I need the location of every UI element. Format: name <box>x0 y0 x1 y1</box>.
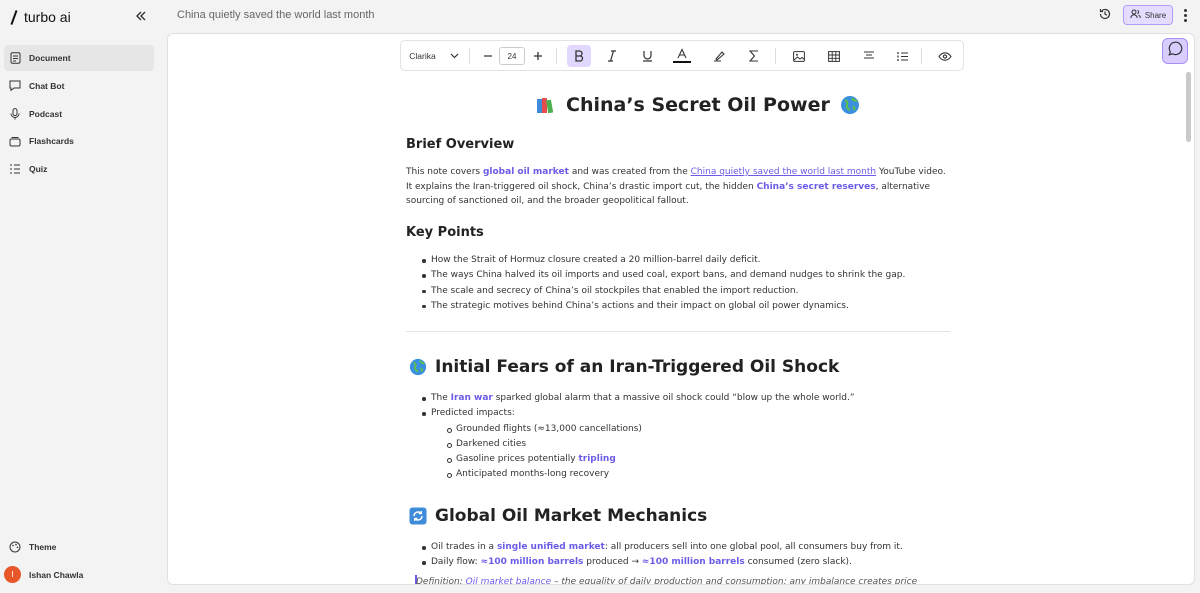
sidebar-bottom: Theme <box>4 534 154 562</box>
image-icon[interactable] <box>791 46 807 66</box>
list-item: Oil trades in a single unified market: a… <box>422 540 903 555</box>
section2-title: Global Oil Market Mechanics <box>435 506 708 526</box>
table-icon[interactable] <box>826 46 842 66</box>
globe-icon <box>409 358 427 376</box>
keyword: ≈100 million barrels <box>641 557 745 568</box>
formula-icon[interactable] <box>746 46 762 66</box>
chat-icon <box>9 80 21 92</box>
share-label: Share <box>1144 10 1167 20</box>
preview-eye-icon[interactable] <box>936 46 954 66</box>
sidebar-nav: Document Chat Bot Podcast Flashcards Qui… <box>4 45 154 184</box>
section1-title: Initial Fears of an Iran-Triggered Oil S… <box>435 357 840 377</box>
definition-callout: Definition: Oil market balance – the equ… <box>416 577 918 585</box>
overview-heading: Brief Overview <box>406 137 515 152</box>
source-video-link[interactable]: China quietly saved the world last month <box>691 167 876 177</box>
font-family-select[interactable]: Clarika <box>409 46 459 66</box>
font-size-input[interactable]: 24 <box>499 46 525 66</box>
theme-button[interactable]: Theme <box>4 534 154 560</box>
slash-icon <box>8 9 20 25</box>
more-options-icon[interactable] <box>1179 6 1191 24</box>
doc-heading: China’s Secret Oil Power <box>536 94 860 116</box>
sidebar-item-label: Flashcards <box>29 136 74 147</box>
keyword: Iran war <box>450 393 493 403</box>
list-item: The Iran war sparked global alarm that a… <box>422 391 855 406</box>
collapse-sidebar-icon[interactable] <box>133 9 149 25</box>
sidebar-item-quiz[interactable]: Quiz <box>4 156 154 182</box>
sidebar: turbo ai Document Chat Bot Podcast Flash… <box>0 0 162 593</box>
doc-title-text: China’s Secret Oil Power <box>566 94 830 116</box>
keypoints-heading: Key Points <box>406 225 484 240</box>
books-icon <box>536 96 556 114</box>
users-icon <box>1130 9 1141 21</box>
list-item: How the Strait of Hormuz closure created… <box>421 253 905 268</box>
highlighter-icon[interactable] <box>711 46 727 66</box>
list-item: Gasoline prices potentially tripling <box>431 452 855 467</box>
sidebar-item-label: Chat Bot <box>29 80 65 91</box>
keyword: single unified market <box>496 542 605 552</box>
keyword: global oil market <box>482 167 569 177</box>
chat-assistant-button[interactable] <box>1162 38 1188 64</box>
sidebar-item-podcast[interactable]: Podcast <box>4 101 154 127</box>
palette-icon <box>9 541 21 553</box>
document-icon <box>9 52 21 64</box>
bold-icon[interactable] <box>567 45 591 67</box>
sidebar-item-label: Quiz <box>29 164 48 175</box>
user-name: Ishan Chawla <box>29 569 84 580</box>
list-item: Grounded flights (≈13,000 cancellations) <box>431 422 855 437</box>
chevron-down-icon <box>450 53 459 59</box>
sidebar-item-flashcards[interactable]: Flashcards <box>4 128 154 154</box>
list-item: Anticipated months-long recovery <box>431 467 855 482</box>
section2-list: Oil trades in a single unified market: a… <box>422 540 903 571</box>
section1-list: The Iran war sparked global alarm that a… <box>422 391 855 483</box>
sidebar-item-document[interactable]: Document <box>4 45 154 71</box>
sidebar-item-label: Document <box>29 53 71 63</box>
share-button[interactable]: Share <box>1123 5 1173 25</box>
brand-name: turbo ai <box>24 9 71 25</box>
align-center-icon[interactable] <box>861 46 877 66</box>
italic-icon[interactable] <box>604 46 620 66</box>
keyword: China’s secret reserves <box>756 181 876 192</box>
definition-link[interactable]: Oil market balance <box>466 577 552 584</box>
document-panel: Clarika 24 China’s Secret Oil Power Brie… <box>167 33 1195 585</box>
sidebar-item-chat-bot[interactable]: Chat Bot <box>4 73 154 99</box>
list-icon <box>9 163 21 175</box>
list-item: Predicted impacts: <box>422 406 855 421</box>
sidebar-item-label: Podcast <box>29 108 63 119</box>
section2-heading: Global Oil Market Mechanics <box>409 506 707 526</box>
divider <box>406 331 950 332</box>
text-color-icon[interactable] <box>671 46 693 66</box>
cards-icon <box>9 135 21 147</box>
decrease-size-icon[interactable] <box>481 46 495 66</box>
section1-heading: Initial Fears of an Iran-Triggered Oil S… <box>409 357 839 377</box>
list-item: Darkened cities <box>431 437 855 452</box>
keypoints-list: How the Strait of Hormuz closure created… <box>421 253 905 314</box>
document-title[interactable]: China quietly saved the world last month <box>177 9 375 21</box>
list-item: Daily flow: ≈100 million barrels produce… <box>422 555 903 570</box>
chat-bubble-icon <box>1167 41 1183 61</box>
avatar: I <box>4 566 21 583</box>
globe-icon <box>840 95 860 115</box>
ordered-list-icon[interactable] <box>895 46 911 66</box>
microphone-icon <box>9 107 21 120</box>
font-family-value: Clarika <box>409 51 436 61</box>
increase-size-icon[interactable] <box>531 46 545 66</box>
list-item: The ways China halved its oil imports an… <box>421 268 905 283</box>
underline-icon[interactable] <box>639 46 655 66</box>
keyword: ≈100 million barrels <box>480 557 584 568</box>
formatting-toolbar: Clarika 24 <box>400 40 964 71</box>
list-item: The strategic motives behind China’s act… <box>421 299 905 314</box>
keyword: tripling <box>578 454 616 465</box>
history-icon[interactable] <box>1098 7 1114 23</box>
theme-label: Theme <box>29 542 57 552</box>
overview-paragraph: This note covers global oil market and w… <box>406 167 946 206</box>
brand-logo[interactable]: turbo ai <box>8 9 71 25</box>
refresh-icon <box>409 507 427 525</box>
font-size-value: 24 <box>499 47 525 65</box>
list-item: The scale and secrecy of China’s oil sto… <box>421 284 905 299</box>
user-profile[interactable]: I Ishan Chawla <box>4 566 83 583</box>
scrollbar[interactable] <box>1186 72 1191 142</box>
